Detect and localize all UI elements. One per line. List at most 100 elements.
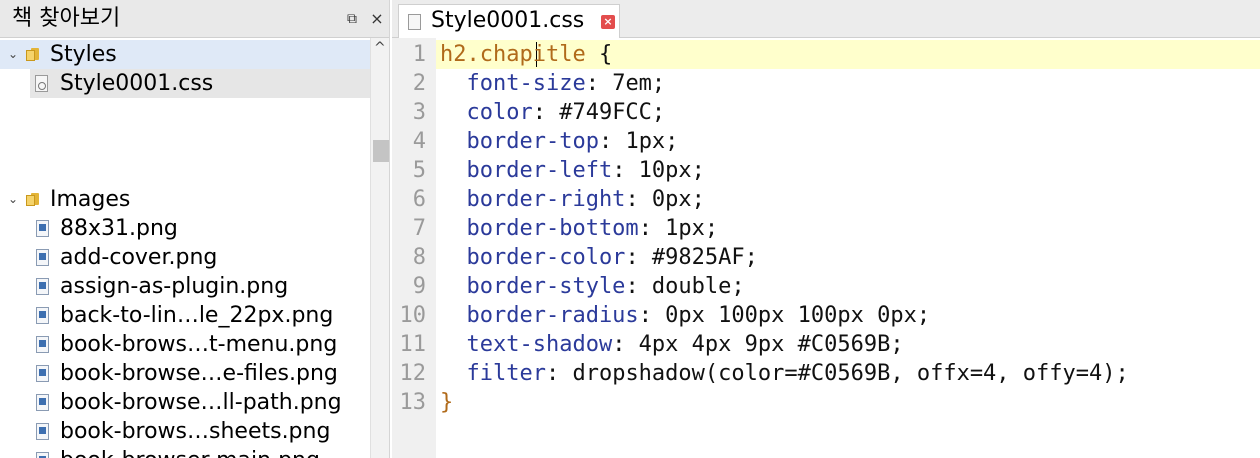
image-file-icon [36,394,49,411]
code-line: border-left: 10px; [440,156,705,185]
code-line: border-style: double; [440,272,745,301]
tree-item-label: Images [50,187,131,212]
image-file-icon [36,452,49,458]
css-value: : 7em; [585,71,666,96]
close-panel-button[interactable]: × [368,9,386,29]
tree-file-item[interactable]: back-to-lin…le_22px.png [0,301,370,330]
code-text-area[interactable]: h2.chapitle { font-size: 7em; color: #74… [436,38,1260,458]
css-value: { [585,42,613,67]
tree-item-label: book-browse…ll-path.png [60,390,342,415]
code-editor-panel: Style0001.css × 1 2 3 4 5 6 7 8 9 10 11 12 13 h2.cha… [392,0,1260,458]
tree-item-label: 88x31.png [60,216,178,241]
scrollbar-thumb[interactable] [373,140,389,162]
tree-item-label: book-brows…sheets.png [60,419,331,444]
image-file-icon [36,249,49,266]
code-line: text-shadow: 4px 4px 9px #C0569B; [440,330,903,359]
line-number: 11 [399,332,427,357]
image-file-icon [36,278,49,295]
css-property: font-size [440,71,586,96]
css-value: : #749FCC; [532,100,666,125]
image-file-icon [36,307,49,324]
tree-file-item[interactable]: assign-as-plugin.png [0,272,370,301]
tree-item-label: book-browse…e-files.png [60,361,338,386]
tree-file-item[interactable]: add-cover.png [0,243,370,272]
image-file-icon [36,365,49,382]
code-line: filter: dropshadow(color=#C0569B, offx=4… [440,359,1129,388]
css-property: border-right [440,187,626,212]
line-number: 4 [412,129,426,154]
code-line: } [440,388,453,417]
css-value: : 10px; [612,158,705,183]
code-line: font-size: 7em; [440,69,665,98]
tree-scrollbar[interactable]: ^ [370,38,389,458]
tab-close-icon[interactable]: × [601,15,615,29]
css-value: : double; [625,274,745,299]
book-tree: ⌄ Styles Style0001.css ⌄ Images 88x31.png add-… [0,38,370,458]
css-property: color [440,100,533,125]
tree-item-label: book-browser-main.png [60,446,320,458]
code-line: border-bottom: 1px; [440,214,718,243]
tree-file-item[interactable]: book-brows…sheets.png [0,417,370,446]
line-number: 3 [412,100,426,125]
line-number: 2 [412,71,426,96]
css-property: text-shadow [440,332,613,357]
css-property: border-color [440,245,626,270]
folder-icon [26,193,40,206]
tree-item-label: book-brows…t-menu.png [60,332,338,357]
tree-file-item[interactable]: Style0001.css [30,69,370,98]
tree-folder-styles[interactable]: ⌄ Styles [0,40,370,69]
line-number: 10 [399,303,427,328]
css-property: border-bottom [440,216,639,241]
expand-arrow-icon[interactable]: ⌄ [8,185,22,214]
line-number: 12 [399,361,427,386]
css-value: : #9825AF; [625,245,758,270]
line-number: 8 [412,245,426,270]
code-line: border-radius: 0px 100px 100px 0px; [440,301,930,330]
tree-file-item[interactable]: book-browse…ll-path.png [0,388,370,417]
image-file-icon [36,220,49,237]
code-line: border-top: 1px; [440,127,678,156]
css-property: border-radius [440,303,639,328]
css-selector: h2.chapitle [440,42,586,67]
code-line: border-right: 0px; [440,185,705,214]
tree-item-label: add-cover.png [60,245,218,270]
tab-style0001-css[interactable]: Style0001.css × [398,4,620,38]
tree-item-label: Styles [50,42,117,67]
code-line: color: #749FCC; [440,98,665,127]
tab-label: Style0001.css [431,8,585,33]
book-browser-title: 책 찾아보기 [12,6,121,31]
folder-icon [26,48,40,61]
editor-tab-bar: Style0001.css × [392,0,1260,38]
css-property: border-top [440,129,599,154]
css-value: : dropshadow(color=#C0569B, offx=4, offy… [545,361,1129,386]
image-file-icon [36,336,49,353]
line-number: 13 [399,390,427,415]
tree-item-label: assign-as-plugin.png [60,274,289,299]
tree-file-item[interactable]: 88x31.png [0,214,370,243]
css-property: border-style [440,274,626,299]
line-number: 6 [412,187,426,212]
scroll-up-arrow-icon[interactable]: ^ [374,40,386,56]
css-value: : 1px; [598,129,679,154]
book-browser-titlebar: 책 찾아보기 ⧉ × [0,0,389,38]
line-number: 5 [412,158,426,183]
code-line: h2.chapitle { [440,40,612,69]
tree-file-item[interactable]: book-brows…t-menu.png [0,330,370,359]
tree-folder-images[interactable]: ⌄ Images [0,185,370,214]
css-value: : 0px 100px 100px 0px; [638,303,931,328]
tree-file-item[interactable]: book-browser-main.png [0,446,370,458]
book-browser-panel: 책 찾아보기 ⧉ × ⌄ Styles Style0001.css ⌄ Images 88… [0,0,390,458]
line-number: 7 [412,216,426,241]
image-file-icon [36,423,49,440]
float-panel-button[interactable]: ⧉ [343,9,361,29]
line-number-gutter: 1 2 3 4 5 6 7 8 9 10 11 12 13 [392,38,436,458]
tree-file-item[interactable]: book-browse…e-files.png [0,359,370,388]
expand-arrow-icon[interactable]: ⌄ [8,40,22,69]
line-number: 9 [412,274,426,299]
css-value: : 1px; [638,216,719,241]
css-file-icon [408,14,421,30]
tree-item-label: back-to-lin…le_22px.png [60,303,334,328]
css-value: : 0px; [625,187,705,212]
line-number: 1 [412,42,426,67]
css-property: filter [440,361,546,386]
